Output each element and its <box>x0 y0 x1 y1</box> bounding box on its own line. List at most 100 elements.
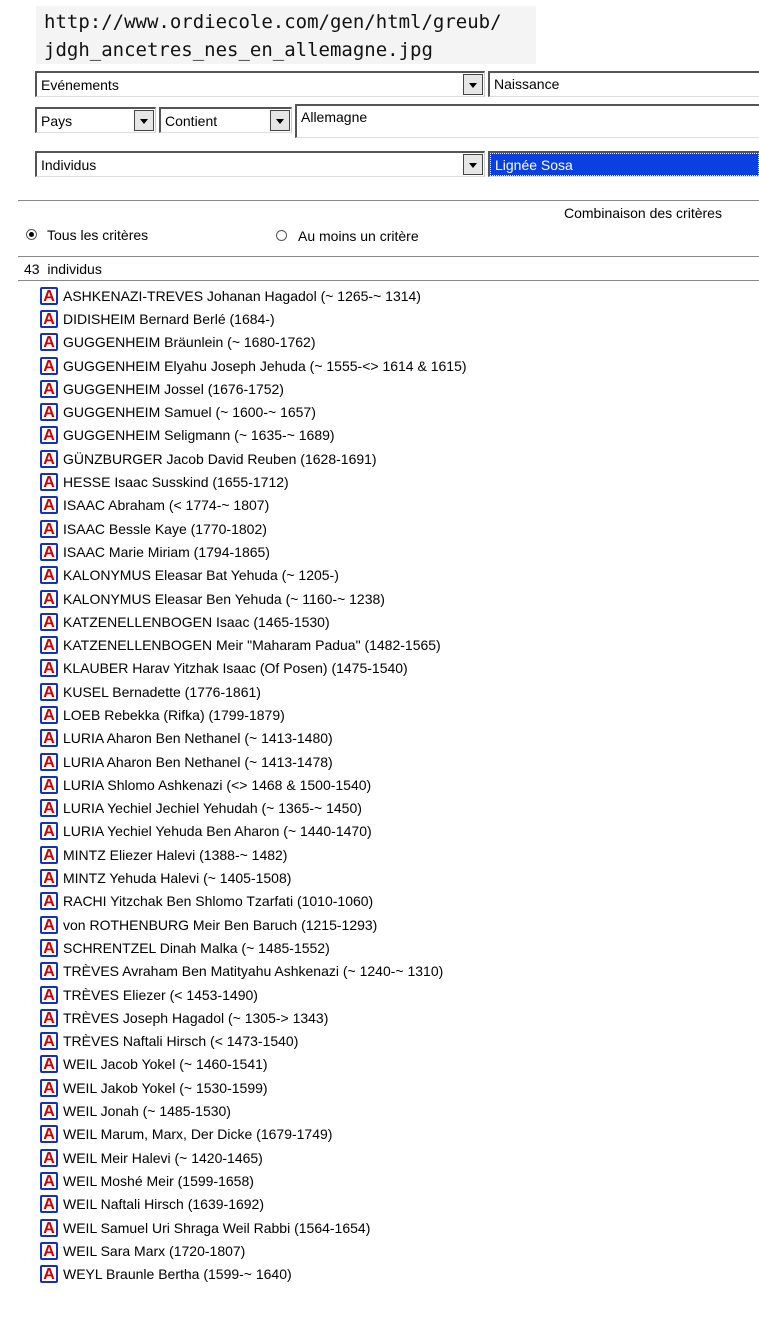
individual-name[interactable]: TRÈVES Naftali Hirsch (< 1473-1540) <box>63 1033 298 1049</box>
individual-name[interactable]: WEIL Jacob Yokel (~ 1460-1541) <box>63 1056 268 1072</box>
individual-name[interactable]: SCHRENTZEL Dinah Malka (~ 1485-1552) <box>63 940 330 956</box>
country-select[interactable]: Pays <box>35 107 156 133</box>
list-item[interactable]: A LURIA Shlomo Ashkenazi (<> 1468 & 1500-… <box>40 773 467 796</box>
list-item[interactable]: A ISAAC Bessle Kaye (1770-1802) <box>40 517 467 540</box>
list-item[interactable]: A HESSE Isaac Susskind (1655-1712) <box>40 470 467 493</box>
chevron-down-icon[interactable] <box>463 154 483 175</box>
list-item[interactable]: A KALONYMUS Eleasar Bat Yehuda (~ 1205-) <box>40 564 467 587</box>
individual-name[interactable]: ASHKENAZI-TREVES Johanan Hagadol (~ 1265… <box>63 288 421 304</box>
list-item[interactable]: A GUGGENHEIM Seligmann (~ 1635-~ 1689) <box>40 424 467 447</box>
individual-name[interactable]: TRÈVES Eliezer (< 1453-1490) <box>63 987 258 1003</box>
all-criteria-label[interactable]: Tous les critères <box>47 227 148 243</box>
individual-name[interactable]: RACHI Yitzchak Ben Shlomo Tzarfati (1010… <box>63 893 373 909</box>
list-item[interactable]: A GUGGENHEIM Samuel (~ 1600-~ 1657) <box>40 400 467 423</box>
list-item[interactable]: A DIDISHEIM Bernard Berlé (1684-) <box>40 307 467 330</box>
individual-name[interactable]: KLAUBER Harav Yitzhak Isaac (Of Posen) (… <box>63 660 408 676</box>
individual-name[interactable]: TRÈVES Joseph Hagadol (~ 1305-> 1343) <box>63 1010 328 1026</box>
individual-name[interactable]: KALONYMUS Eleasar Ben Yehuda (~ 1160-~ 1… <box>63 591 385 607</box>
list-item[interactable]: A LURIA Aharon Ben Nethanel (~ 1413-1478) <box>40 750 467 773</box>
any-criteria-label[interactable]: Au moins un critère <box>298 228 419 244</box>
individual-name[interactable]: ISAAC Marie Miriam (1794-1865) <box>63 544 270 560</box>
all-criteria-radio[interactable] <box>26 229 37 240</box>
list-item[interactable]: A SCHRENTZEL Dinah Malka (~ 1485-1552) <box>40 936 467 959</box>
list-item[interactable]: A WEIL Marum, Marx, Der Dicke (1679-1749) <box>40 1123 467 1146</box>
individual-name[interactable]: LURIA Aharon Ben Nethanel (~ 1413-1478) <box>63 754 333 770</box>
individual-name[interactable]: KATZENELLENBOGEN Meir "Maharam Padua" (1… <box>63 637 441 653</box>
individual-name[interactable]: MINTZ Eliezer Halevi (1388-~ 1482) <box>63 847 287 863</box>
individual-name[interactable]: WEYL Braunle Bertha (1599-~ 1640) <box>63 1266 292 1282</box>
list-item[interactable]: A KATZENELLENBOGEN Meir "Maharam Padua" (… <box>40 633 467 656</box>
list-item[interactable]: A LURIA Yechiel Yehuda Ben Aharon (~ 1440… <box>40 820 467 843</box>
list-item[interactable]: A WEIL Moshé Meir (1599-1658) <box>40 1169 467 1192</box>
condition-select[interactable]: Contient <box>159 107 292 133</box>
individual-name[interactable]: WEIL Naftali Hirsch (1639-1692) <box>63 1196 264 1212</box>
list-item[interactable]: A WEYL Braunle Bertha (1599-~ 1640) <box>40 1262 467 1285</box>
individual-name[interactable]: WEIL Moshé Meir (1599-1658) <box>63 1173 254 1189</box>
individual-name[interactable]: GUGGENHEIM Bräunlein (~ 1680-1762) <box>63 334 316 350</box>
list-item[interactable]: A WEIL Jonah (~ 1485-1530) <box>40 1099 467 1122</box>
individual-name[interactable]: LURIA Shlomo Ashkenazi (<> 1468 & 1500-1… <box>63 777 371 793</box>
chevron-down-icon[interactable] <box>463 74 483 95</box>
individual-name[interactable]: GUGGENHEIM Elyahu Joseph Jehuda (~ 1555-… <box>63 358 467 374</box>
individual-name[interactable]: WEIL Samuel Uri Shraga Weil Rabbi (1564-… <box>63 1220 370 1236</box>
list-item[interactable]: A ISAAC Marie Miriam (1794-1865) <box>40 540 467 563</box>
individual-name[interactable]: LURIA Aharon Ben Nethanel (~ 1413-1480) <box>63 730 333 746</box>
individual-name[interactable]: WEIL Jonah (~ 1485-1530) <box>63 1103 231 1119</box>
individuals-operand-field[interactable]: Lignée Sosa <box>488 151 759 177</box>
individual-name[interactable]: LOEB Rebekka (Rifka) (1799-1879) <box>63 707 285 723</box>
list-item[interactable]: A LURIA Aharon Ben Nethanel (~ 1413-1480) <box>40 727 467 750</box>
list-item[interactable]: A MINTZ Yehuda Halevi (~ 1405-1508) <box>40 866 467 889</box>
individual-name[interactable]: TRÈVES Avraham Ben Matityahu Ashkenazi (… <box>63 963 443 979</box>
list-item[interactable]: A RACHI Yitzchak Ben Shlomo Tzarfati (101… <box>40 890 467 913</box>
individual-name[interactable]: von ROTHENBURG Meir Ben Baruch (1215-129… <box>63 917 377 933</box>
individual-name[interactable]: HESSE Isaac Susskind (1655-1712) <box>63 474 289 490</box>
any-criteria-radio[interactable] <box>276 230 287 241</box>
individual-name[interactable]: GUGGENHEIM Samuel (~ 1600-~ 1657) <box>63 404 316 420</box>
list-item[interactable]: A KALONYMUS Eleasar Ben Yehuda (~ 1160-~ … <box>40 587 467 610</box>
list-item[interactable]: A WEIL Naftali Hirsch (1639-1692) <box>40 1193 467 1216</box>
list-item[interactable]: A ASHKENAZI-TREVES Johanan Hagadol (~ 126… <box>40 284 467 307</box>
list-item[interactable]: A LURIA Yechiel Jechiel Yehudah (~ 1365-~… <box>40 797 467 820</box>
list-item[interactable]: A KUSEL Bernadette (1776-1861) <box>40 680 467 703</box>
individual-name[interactable]: LURIA Yechiel Yehuda Ben Aharon (~ 1440-… <box>63 823 372 839</box>
individual-name[interactable]: ISAAC Abraham (< 1774-~ 1807) <box>63 497 269 513</box>
list-item[interactable]: A WEIL Jakob Yokel (~ 1530-1599) <box>40 1076 467 1099</box>
list-item[interactable]: A GUGGENHEIM Elyahu Joseph Jehuda (~ 1555… <box>40 354 467 377</box>
list-item[interactable]: A WEIL Sara Marx (1720-1807) <box>40 1239 467 1262</box>
list-item[interactable]: A KLAUBER Harav Yitzhak Isaac (Of Posen) … <box>40 657 467 680</box>
list-item[interactable]: A TRÈVES Avraham Ben Matityahu Ashkenazi … <box>40 960 467 983</box>
individual-name[interactable]: KALONYMUS Eleasar Bat Yehuda (~ 1205-) <box>63 567 339 583</box>
individual-name[interactable]: GUGGENHEIM Jossel (1676-1752) <box>63 381 284 397</box>
chevron-down-icon[interactable] <box>134 110 154 131</box>
country-text-input[interactable]: Allemagne <box>295 104 759 138</box>
list-item[interactable]: A WEIL Samuel Uri Shraga Weil Rabbi (1564… <box>40 1216 467 1239</box>
individual-name[interactable]: GÜNZBURGER Jacob David Reuben (1628-1691… <box>63 451 377 467</box>
list-item[interactable]: Avon ROTHENBURG Meir Ben Baruch (1215-12… <box>40 913 467 936</box>
list-item[interactable]: A WEIL Jacob Yokel (~ 1460-1541) <box>40 1053 467 1076</box>
individual-name[interactable]: WEIL Meir Halevi (~ 1420-1465) <box>63 1150 263 1166</box>
list-item[interactable]: A WEIL Meir Halevi (~ 1420-1465) <box>40 1146 467 1169</box>
list-item[interactable]: A GÜNZBURGER Jacob David Reuben (1628-169… <box>40 447 467 470</box>
list-item[interactable]: A MINTZ Eliezer Halevi (1388-~ 1482) <box>40 843 467 866</box>
list-item[interactable]: A GUGGENHEIM Bräunlein (~ 1680-1762) <box>40 331 467 354</box>
individual-name[interactable]: DIDISHEIM Bernard Berlé (1684-) <box>63 311 275 327</box>
chevron-down-icon[interactable] <box>270 110 290 131</box>
list-item[interactable]: A ISAAC Abraham (< 1774-~ 1807) <box>40 494 467 517</box>
list-item[interactable]: A KATZENELLENBOGEN Isaac (1465-1530) <box>40 610 467 633</box>
individual-name[interactable]: MINTZ Yehuda Halevi (~ 1405-1508) <box>63 870 291 886</box>
events-select[interactable]: Evénements <box>35 71 485 97</box>
list-item[interactable]: A GUGGENHEIM Jossel (1676-1752) <box>40 377 467 400</box>
individuals-select[interactable]: Individus <box>35 151 485 177</box>
individual-name[interactable]: GUGGENHEIM Seligmann (~ 1635-~ 1689) <box>63 427 335 443</box>
individual-name[interactable]: WEIL Sara Marx (1720-1807) <box>63 1243 245 1259</box>
individual-name[interactable]: ISAAC Bessle Kaye (1770-1802) <box>63 521 267 537</box>
events-operand-field[interactable]: Naissance <box>488 71 759 97</box>
list-item[interactable]: A TRÈVES Eliezer (< 1453-1490) <box>40 983 467 1006</box>
individual-name[interactable]: KATZENELLENBOGEN Isaac (1465-1530) <box>63 614 330 630</box>
list-item[interactable]: A LOEB Rebekka (Rifka) (1799-1879) <box>40 703 467 726</box>
list-item[interactable]: A TRÈVES Joseph Hagadol (~ 1305-> 1343) <box>40 1006 467 1029</box>
individual-name[interactable]: KUSEL Bernadette (1776-1861) <box>63 684 261 700</box>
individual-name[interactable]: WEIL Jakob Yokel (~ 1530-1599) <box>63 1080 268 1096</box>
list-item[interactable]: A TRÈVES Naftali Hirsch (< 1473-1540) <box>40 1030 467 1053</box>
individual-name[interactable]: WEIL Marum, Marx, Der Dicke (1679-1749) <box>63 1126 332 1142</box>
